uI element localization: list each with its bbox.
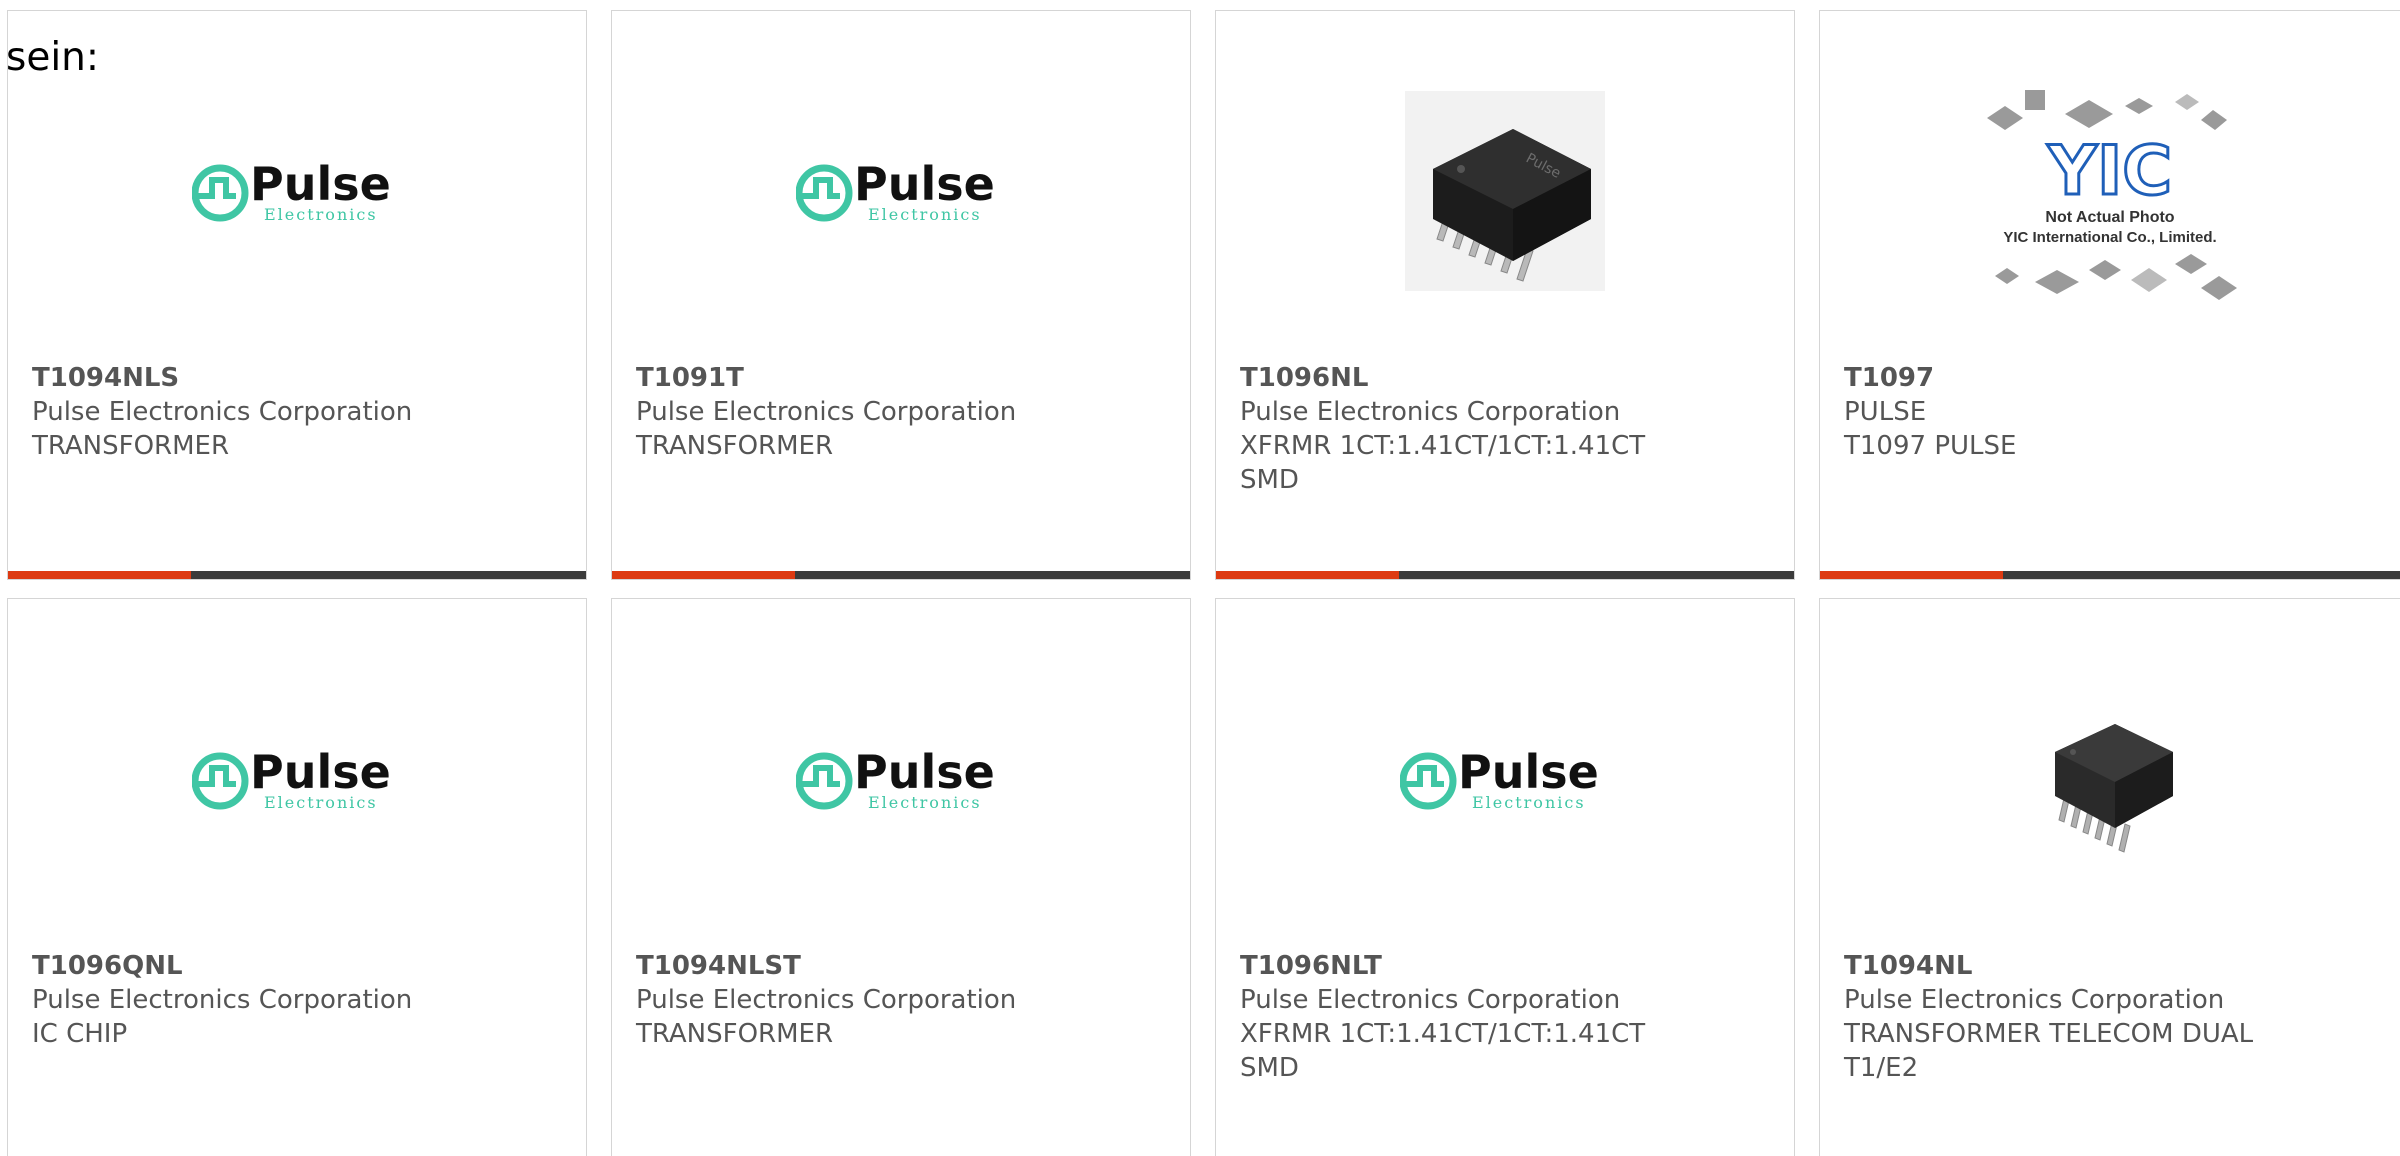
pulse-logo-sub: Electronics xyxy=(264,793,378,812)
product-card[interactable]: Pulse Electronics T1094NLS Pulse Electro… xyxy=(7,10,587,580)
product-card[interactable]: Pulse Electronics T1096QNL Pulse Electro… xyxy=(7,598,587,1156)
description: TRANSFORMER TELECOM DUAL T1/E2 xyxy=(1844,1019,2254,1083)
product-info: T1096NLT Pulse Electronics Corporation X… xyxy=(1240,949,1770,1085)
part-number[interactable]: T1094NLS xyxy=(32,361,562,395)
product-image: YIC Not Actual Photo YIC International C… xyxy=(1820,41,2400,351)
manufacturer: Pulse Electronics Corporation xyxy=(1240,397,1621,427)
manufacturer: PULSE xyxy=(1844,397,1927,427)
manufacturer: Pulse Electronics Corporation xyxy=(32,397,413,427)
card-bar xyxy=(612,571,1190,579)
product-image: Pulse Electronics xyxy=(1216,639,1794,919)
description: TRANSFORMER xyxy=(32,431,230,461)
part-number[interactable]: T1097 xyxy=(1844,361,2394,395)
card-bar xyxy=(8,571,586,579)
pulse-logo-brand: Pulse xyxy=(250,157,391,211)
part-number[interactable]: T1096NL xyxy=(1240,361,1770,395)
description: XFRMR 1CT:1.41CT/1CT:1.41CT SMD xyxy=(1240,1019,1646,1083)
description: TRANSFORMER xyxy=(636,1019,834,1049)
product-card[interactable]: YIC Not Actual Photo YIC International C… xyxy=(1819,10,2400,580)
product-info: T1096QNL Pulse Electronics Corporation I… xyxy=(32,949,562,1051)
lead-text: sein: xyxy=(6,35,100,80)
pulse-logo-icon: Pulse Electronics xyxy=(796,157,995,224)
product-image: Pulse Electronics xyxy=(8,51,586,331)
pulse-logo-brand: Pulse xyxy=(854,745,995,799)
product-card[interactable]: T1094NL Pulse Electronics Corporation TR… xyxy=(1819,598,2400,1156)
manufacturer: Pulse Electronics Corporation xyxy=(1844,985,2225,1015)
pulse-logo-icon: Pulse Electronics xyxy=(192,157,391,224)
pulse-logo-sub: Electronics xyxy=(868,205,982,224)
part-number[interactable]: T1096QNL xyxy=(32,949,562,983)
product-image: Pulse Electronics xyxy=(612,51,1190,331)
yic-placeholder-icon: YIC Not Actual Photo YIC International C… xyxy=(1987,90,2237,300)
smd-transformer-photo-icon: Pulse xyxy=(1405,91,1605,291)
pulse-logo-brand: Pulse xyxy=(250,745,391,799)
pulse-logo-brand: Pulse xyxy=(854,157,995,211)
pulse-logo-icon: Pulse Electronics xyxy=(796,745,995,812)
product-grid-page: sein: Pulse Electronics T1094NLS Pulse E… xyxy=(0,0,2400,1156)
description: TRANSFORMER xyxy=(636,431,834,461)
part-number[interactable]: T1094NLST xyxy=(636,949,1166,983)
part-number[interactable]: T1094NL xyxy=(1844,949,2394,983)
pulse-logo-sub: Electronics xyxy=(264,205,378,224)
manufacturer: Pulse Electronics Corporation xyxy=(32,985,413,1015)
card-bar xyxy=(1216,571,1794,579)
product-image: Pulse Electronics xyxy=(612,639,1190,919)
card-bar xyxy=(1820,571,2400,579)
pulse-logo-brand: Pulse xyxy=(1458,745,1599,799)
card-bar-accent xyxy=(1216,571,1399,579)
part-number[interactable]: T1091T xyxy=(636,361,1166,395)
product-info: T1091T Pulse Electronics Corporation TRA… xyxy=(636,361,1166,463)
manufacturer: Pulse Electronics Corporation xyxy=(636,397,1017,427)
yic-line1: Not Actual Photo xyxy=(2045,209,2174,226)
pulse-logo-sub: Electronics xyxy=(868,793,982,812)
manufacturer: Pulse Electronics Corporation xyxy=(1240,985,1621,1015)
product-info: T1094NL Pulse Electronics Corporation TR… xyxy=(1844,949,2394,1085)
card-bar-accent xyxy=(1820,571,2003,579)
smd-transformer-photo-small-icon xyxy=(2055,724,2173,853)
product-info: T1094NLS Pulse Electronics Corporation T… xyxy=(32,361,562,463)
product-card[interactable]: Pulse Electronics T1094NLST Pulse Electr… xyxy=(611,598,1191,1156)
product-info: T1096NL Pulse Electronics Corporation XF… xyxy=(1240,361,1770,497)
description: IC CHIP xyxy=(32,1019,128,1049)
product-image: Pulse xyxy=(1216,51,1794,331)
part-number[interactable]: T1096NLT xyxy=(1240,949,1770,983)
description: T1097 PULSE xyxy=(1844,431,2017,461)
manufacturer: Pulse Electronics Corporation xyxy=(636,985,1017,1015)
description: XFRMR 1CT:1.41CT/1CT:1.41CT SMD xyxy=(1240,431,1646,495)
product-card[interactable]: Pulse Electronics T1091T Pulse Electroni… xyxy=(611,10,1191,580)
product-info: T1094NLST Pulse Electronics Corporation … xyxy=(636,949,1166,1051)
product-card[interactable]: Pulse Electronics T1096NLT Pulse Electro… xyxy=(1215,598,1795,1156)
pulse-logo-icon: Pulse Electronics xyxy=(192,745,391,812)
product-card[interactable]: Pulse T1096NL Pulse Electronics Corporat… xyxy=(1215,10,1795,580)
product-info: T1097 PULSE T1097 PULSE xyxy=(1844,361,2394,463)
pulse-logo-icon: Pulse Electronics xyxy=(1400,745,1599,812)
pulse-logo-sub: Electronics xyxy=(1472,793,1586,812)
card-bar-accent xyxy=(612,571,795,579)
yic-mark: YIC xyxy=(2047,132,2172,211)
card-bar-accent xyxy=(8,571,191,579)
product-image xyxy=(1820,639,2400,919)
product-image: Pulse Electronics xyxy=(8,639,586,919)
yic-line2: YIC International Co., Limited. xyxy=(2003,229,2216,246)
